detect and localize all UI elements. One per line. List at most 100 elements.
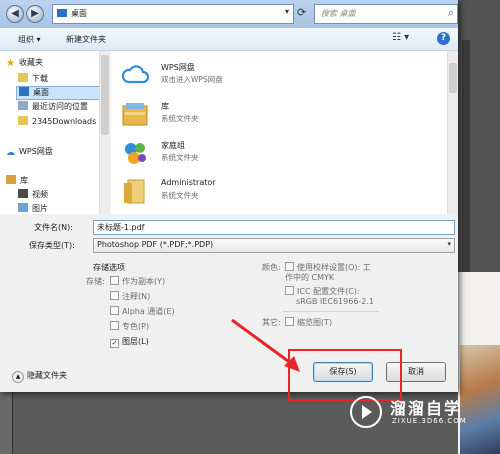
scroll-thumb[interactable]	[101, 55, 109, 135]
homegroup-icon	[125, 143, 146, 164]
nav-item-desktop[interactable]: 桌面	[16, 86, 100, 100]
library-icon	[122, 103, 148, 126]
checkbox-label: Alpha 通道(E)	[122, 307, 175, 316]
watermark-brand: 溜溜自学	[390, 399, 463, 418]
picture-icon	[18, 203, 28, 212]
desktop-icon	[19, 87, 29, 96]
file-name: Administrator	[161, 178, 216, 187]
file-name: 库	[161, 102, 169, 111]
chevron-down-icon[interactable]: ▾	[447, 240, 451, 248]
back-button[interactable]: ◀	[6, 5, 24, 23]
nav-item-label: 下载	[32, 74, 48, 83]
nav-item-downloads[interactable]: 下载	[18, 73, 48, 85]
nav-favorites[interactable]: ★ 收藏夹	[6, 57, 43, 69]
new-folder-button[interactable]: 新建文件夹	[66, 34, 106, 45]
nav-wps-label: WPS网盘	[19, 147, 53, 156]
nav-favorites-label: 收藏夹	[18, 58, 43, 67]
annotation-highlight	[288, 349, 402, 401]
command-bar: 组织 ▾ 新建文件夹 ☷ ▾ ?	[0, 28, 458, 51]
layers-checkbox[interactable]: ✓ 图层(L)	[110, 336, 149, 348]
icc-profile-checkbox[interactable]: ICC 配置文件(C):	[285, 286, 360, 297]
nav-item-label: 视频	[32, 190, 48, 199]
nav-scrollbar[interactable]	[99, 51, 110, 214]
scroll-thumb[interactable]	[449, 63, 457, 93]
user-folder-icon	[124, 179, 145, 204]
chevron-down-icon[interactable]: ▾	[285, 7, 289, 16]
checkbox-box[interactable]	[110, 276, 119, 285]
download-folder-icon	[18, 73, 28, 82]
checkbox-label: 作为副本(Y)	[122, 277, 166, 286]
file-name: WPS网盘	[161, 63, 195, 72]
help-icon[interactable]: ?	[437, 32, 450, 45]
nav-library[interactable]: 库	[6, 175, 28, 187]
forward-button[interactable]: ▶	[26, 5, 44, 23]
filetype-select[interactable]: Photoshop PDF (*.PDF;*.PDP) ▾	[93, 238, 455, 253]
nav-item-label: 2345Downloads	[32, 117, 97, 126]
checkbox-label: 专色(P)	[122, 322, 150, 331]
annotations-checkbox[interactable]: 注释(N)	[110, 291, 150, 302]
navigation-pane: ★ 收藏夹 下载 桌面 最近访问的位置 2345Downloads ☁ WPS网盘 …	[0, 51, 110, 214]
video-icon	[18, 189, 28, 198]
file-list: WPS网盘 双击进入WPS网盘 库 系统文件夹 家庭组 系统文件夹 Admini…	[111, 51, 447, 214]
checkbox-label: 使用校样设置(O): 工作中的 CMYK	[285, 263, 371, 282]
hide-folders-toggle[interactable]: ▲ 隐藏文件夹	[12, 370, 67, 383]
filename-value: 未标题-1.pdf	[97, 223, 145, 232]
search-icon[interactable]: ⌕	[448, 6, 454, 20]
nav-wps-cloud[interactable]: ☁ WPS网盘	[6, 146, 53, 158]
chevron-up-icon: ▲	[12, 371, 24, 383]
nav-item-pictures[interactable]: 图片	[18, 203, 48, 214]
nav-item-videos[interactable]: 视频	[18, 189, 48, 201]
checkbox-box[interactable]	[110, 306, 119, 315]
divider	[283, 311, 379, 312]
checkbox-box[interactable]	[285, 262, 294, 271]
icc-profile-value: sRGB IEC61966-2.1	[296, 297, 375, 306]
storage-label: 存储:	[86, 277, 105, 286]
cloud-icon	[121, 65, 149, 84]
nav-item-label: 图片	[32, 204, 48, 213]
alpha-channels-checkbox[interactable]: Alpha 通道(E)	[110, 306, 175, 317]
file-name: 家庭组	[161, 141, 185, 150]
nav-item-label: 桌面	[33, 88, 49, 97]
organize-button[interactable]: 组织 ▾	[18, 34, 41, 45]
nav-item-2345downloads[interactable]: 2345Downloads	[18, 116, 96, 128]
address-bar: ◀ ▶ 桌面 ▾ ⟳ 搜索 桌面 ⌕	[0, 0, 458, 29]
use-proof-checkbox[interactable]: 使用校样设置(O): 工作中的 CMYK	[285, 262, 377, 283]
checkbox-box[interactable]	[110, 291, 119, 300]
desktop-folder-icon	[57, 9, 67, 17]
recent-places-icon	[18, 101, 28, 110]
library-icon	[6, 175, 16, 184]
nav-library-label: 库	[20, 176, 28, 185]
search-input[interactable]: 搜索 桌面 ⌕	[314, 4, 458, 24]
checkbox-box[interactable]	[285, 286, 294, 295]
canvas-photo	[460, 345, 500, 454]
hide-folders-label: 隐藏文件夹	[27, 371, 67, 380]
view-options-icon[interactable]: ☷ ▾	[392, 32, 409, 43]
as-copy-checkbox[interactable]: 作为副本(Y)	[110, 276, 165, 287]
filetype-label: 保存类型(T):	[29, 241, 75, 250]
color-label: 颜色:	[262, 263, 281, 272]
nav-item-recent[interactable]: 最近访问的位置	[18, 101, 88, 113]
panel-scrollbar[interactable]	[462, 40, 470, 280]
watermark-url: ZIXUE.3D66.COM	[392, 417, 467, 425]
file-type: 系统文件夹	[161, 191, 199, 200]
file-type: 系统文件夹	[161, 153, 199, 162]
checkbox-label: 注释(N)	[122, 292, 151, 301]
address-path: 桌面	[71, 9, 87, 18]
checkmark-icon[interactable]: ✓	[110, 339, 119, 348]
filetype-value: Photoshop PDF (*.PDF;*.PDP)	[97, 240, 214, 249]
checkbox-label: ICC 配置文件(C):	[297, 287, 360, 296]
search-placeholder: 搜索 桌面	[321, 9, 356, 18]
filename-input[interactable]: 未标题-1.pdf	[93, 220, 455, 235]
cloud-icon: ☁	[6, 148, 15, 158]
spot-colors-checkbox[interactable]: 专色(P)	[110, 321, 149, 332]
save-options-header: 存储选项	[93, 263, 125, 272]
ruler	[0, 392, 13, 454]
play-icon	[350, 396, 382, 428]
file-list-scrollbar[interactable]	[447, 51, 458, 214]
checkbox-box[interactable]	[110, 321, 119, 330]
folder-icon	[18, 116, 28, 125]
nav-item-label: 最近访问的位置	[32, 102, 88, 111]
address-input[interactable]: 桌面 ▾	[52, 4, 294, 24]
refresh-icon[interactable]: ⟳	[297, 6, 306, 19]
file-type: 系统文件夹	[161, 114, 199, 123]
